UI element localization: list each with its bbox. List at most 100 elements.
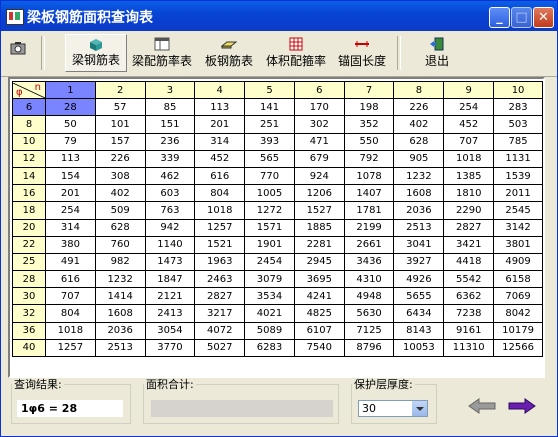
table-cell[interactable]: 2290: [443, 201, 495, 220]
table-cell[interactable]: 770: [244, 166, 295, 186]
table-cell[interactable]: 1131: [493, 149, 543, 168]
table-cell[interactable]: 2827: [443, 218, 495, 237]
table-cell[interactable]: 6158: [493, 270, 543, 289]
table-cell[interactable]: 7125: [343, 321, 395, 340]
table-cell[interactable]: 509: [94, 201, 146, 220]
table-cell[interactable]: 5542: [443, 270, 495, 289]
row-header[interactable]: 22: [12, 235, 46, 254]
table-cell[interactable]: 792: [343, 149, 395, 168]
table-cell[interactable]: 2454: [244, 252, 295, 272]
table-cell[interactable]: 4072: [194, 321, 246, 340]
tool-slab-rebar[interactable]: 板钢筋表: [201, 34, 257, 72]
table-cell[interactable]: 982: [94, 252, 146, 272]
row-header[interactable]: 25: [12, 252, 46, 272]
table-cell[interactable]: 924: [293, 166, 345, 186]
table-cell[interactable]: 12566: [493, 338, 543, 358]
table-cell[interactable]: 679: [293, 149, 345, 168]
column-header[interactable]: 1: [45, 80, 96, 100]
table-cell[interactable]: 3217: [194, 304, 246, 323]
table-cell[interactable]: 4926: [393, 270, 445, 289]
table-cell[interactable]: 302: [293, 115, 345, 134]
table-cell[interactable]: 1608: [393, 184, 445, 203]
table-cell[interactable]: 1539: [493, 166, 543, 186]
table-cell[interactable]: 3054: [144, 321, 196, 340]
tool-exit[interactable]: 退出: [417, 34, 457, 72]
table-cell[interactable]: 402: [94, 184, 146, 203]
table-cell[interactable]: 1810: [443, 184, 495, 203]
table-cell[interactable]: 1963: [194, 252, 246, 272]
column-header[interactable]: 4: [194, 80, 246, 100]
table-cell[interactable]: 2036: [94, 321, 146, 340]
table-cell[interactable]: 1232: [94, 270, 146, 289]
row-header[interactable]: 18: [12, 201, 46, 220]
table-cell[interactable]: 7238: [443, 304, 495, 323]
table-cell[interactable]: 2281: [293, 235, 345, 254]
table-cell[interactable]: 4241: [293, 287, 345, 306]
row-header[interactable]: 12: [12, 149, 46, 168]
table-cell[interactable]: 314: [194, 132, 246, 151]
column-header[interactable]: 5: [244, 80, 295, 100]
table-cell[interactable]: 226: [393, 98, 445, 117]
table-cell[interactable]: 1257: [45, 338, 96, 358]
table-cell[interactable]: 471: [293, 132, 345, 151]
table-cell[interactable]: 283: [493, 98, 543, 117]
table-cell[interactable]: 2036: [393, 201, 445, 220]
table-cell[interactable]: 3421: [443, 235, 495, 254]
table-cell[interactable]: 905: [393, 149, 445, 168]
table-cell[interactable]: 314: [45, 218, 96, 237]
table-cell[interactable]: 785: [493, 132, 543, 151]
table-cell[interactable]: 201: [45, 184, 96, 203]
title-bar[interactable]: 梁板钢筋面积查询表 _ □ ✕: [1, 1, 557, 31]
table-cell[interactable]: 1527: [293, 201, 345, 220]
table-cell[interactable]: 1473: [144, 252, 196, 272]
table-cell[interactable]: 707: [45, 287, 96, 306]
table-cell[interactable]: 4418: [443, 252, 495, 272]
previous-button[interactable]: [467, 397, 497, 415]
table-cell[interactable]: 3927: [393, 252, 445, 272]
table-cell[interactable]: 254: [45, 201, 96, 220]
tool-anchorage-length[interactable]: 锚固长度: [335, 34, 389, 72]
column-header[interactable]: 10: [493, 80, 543, 100]
row-header[interactable]: 28: [12, 270, 46, 289]
table-cell[interactable]: 251: [244, 115, 295, 134]
table-cell[interactable]: 4021: [244, 304, 295, 323]
table-cell[interactable]: 628: [94, 218, 146, 237]
table-cell[interactable]: 339: [144, 149, 196, 168]
table-cell[interactable]: 5027: [194, 338, 246, 358]
table-cell[interactable]: 1078: [343, 166, 395, 186]
table-cell[interactable]: 151: [144, 115, 196, 134]
table-cell[interactable]: 9161: [443, 321, 495, 340]
table-cell[interactable]: 1206: [293, 184, 345, 203]
table-cell[interactable]: 3041: [393, 235, 445, 254]
table-cell[interactable]: 6434: [393, 304, 445, 323]
table-cell[interactable]: 2513: [94, 338, 146, 358]
table-cell[interactable]: 3534: [244, 287, 295, 306]
table-cell[interactable]: 8143: [393, 321, 445, 340]
table-cell[interactable]: 352: [343, 115, 395, 134]
row-header[interactable]: 14: [12, 166, 46, 186]
chevron-down-icon[interactable]: [412, 401, 427, 416]
table-cell[interactable]: 6362: [443, 287, 495, 306]
table-cell[interactable]: 1847: [144, 270, 196, 289]
table-cell[interactable]: 1018: [194, 201, 246, 220]
table-cell[interactable]: 1257: [194, 218, 246, 237]
table-cell[interactable]: 1385: [443, 166, 495, 186]
table-cell[interactable]: 5630: [343, 304, 395, 323]
table-cell[interactable]: 4825: [293, 304, 345, 323]
table-cell[interactable]: 452: [443, 115, 495, 134]
table-cell[interactable]: 1272: [244, 201, 295, 220]
table-cell[interactable]: 452: [194, 149, 246, 168]
maximize-button[interactable]: □: [511, 7, 532, 28]
table-cell[interactable]: 2413: [144, 304, 196, 323]
table-cell[interactable]: 804: [194, 184, 246, 203]
table-cell[interactable]: 4310: [343, 270, 395, 289]
table-cell[interactable]: 3142: [493, 218, 543, 237]
table-cell[interactable]: 804: [45, 304, 96, 323]
table-cell[interactable]: 2121: [144, 287, 196, 306]
table-cell[interactable]: 1414: [94, 287, 146, 306]
table-cell[interactable]: 7069: [493, 287, 543, 306]
table-cell[interactable]: 157: [94, 132, 146, 151]
cover-thickness-select[interactable]: 30: [358, 400, 428, 417]
minimize-button[interactable]: _: [489, 7, 510, 28]
table-cell[interactable]: 2661: [343, 235, 395, 254]
